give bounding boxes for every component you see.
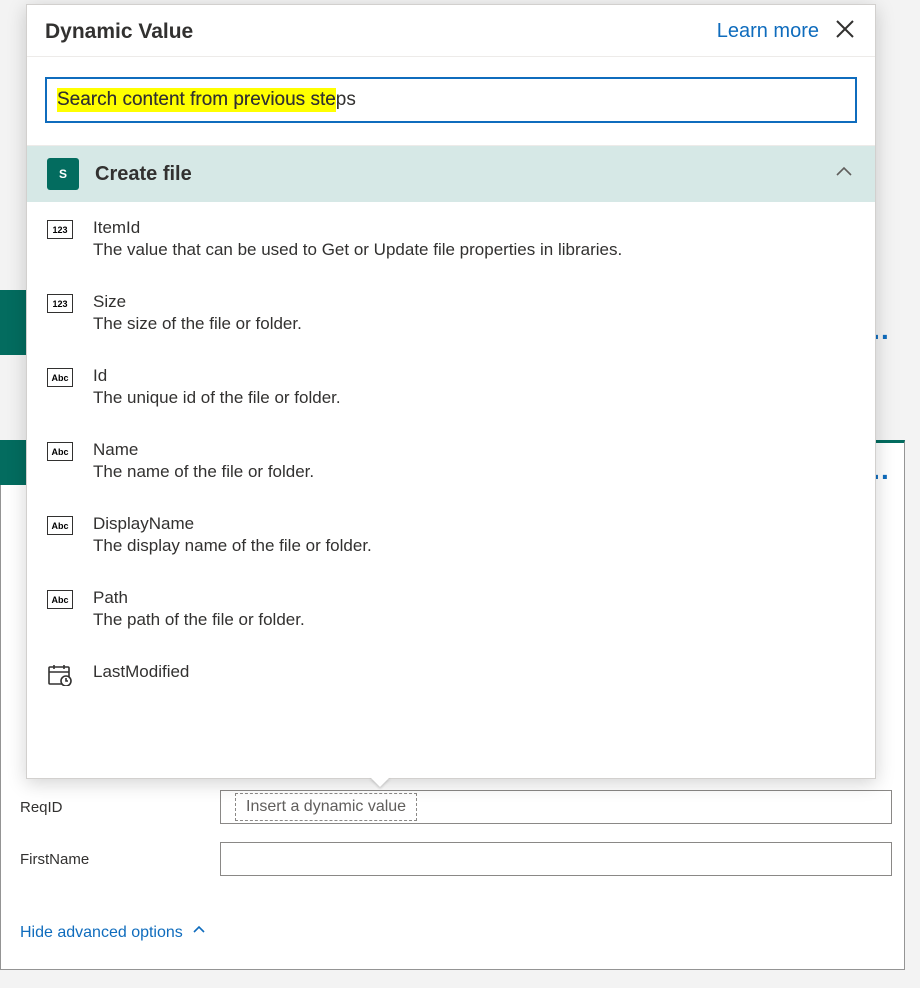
learn-more-link[interactable]: Learn more xyxy=(717,20,819,43)
result-item[interactable]: Abc IdThe unique id of the file or folder… xyxy=(27,350,875,424)
item-desc: The display name of the file or folder. xyxy=(93,536,855,556)
group-title: Create file xyxy=(95,163,817,186)
type-badge: 123 xyxy=(47,294,73,313)
item-desc: The size of the file or folder. xyxy=(93,314,855,334)
sharepoint-icon: S xyxy=(47,158,79,190)
firstname-input[interactable] xyxy=(220,842,892,876)
item-body: ItemIdThe value that can be used to Get … xyxy=(93,218,855,260)
item-desc: The name of the file or folder. xyxy=(93,462,855,482)
form-row-reqid: ReqID Insert a dynamic value xyxy=(20,790,892,824)
chevron-up-icon xyxy=(833,161,855,188)
item-name: DisplayName xyxy=(93,514,855,534)
type-badge: Abc xyxy=(47,516,73,535)
item-name: LastModified xyxy=(93,662,855,682)
panel-pointer xyxy=(370,777,390,787)
search-placeholder-full: Search content from previous steps xyxy=(57,89,356,111)
result-item[interactable]: Abc NameThe name of the file or folder. xyxy=(27,424,875,498)
chevron-up-icon xyxy=(191,922,207,943)
item-body: IdThe unique id of the file or folder. xyxy=(93,366,855,408)
form-area: ReqID Insert a dynamic value FirstName H… xyxy=(20,790,892,943)
item-name: Size xyxy=(93,292,855,312)
result-item[interactable]: LastModified xyxy=(27,646,875,702)
type-badge: Abc xyxy=(47,442,73,461)
form-row-firstname: FirstName xyxy=(20,842,892,876)
item-body: DisplayNameThe display name of the file … xyxy=(93,514,855,556)
item-name: Path xyxy=(93,588,855,608)
result-item[interactable]: Abc DisplayNameThe display name of the fi… xyxy=(27,498,875,572)
search-input[interactable]: Search content from previous ste Search … xyxy=(45,77,857,123)
firstname-label: FirstName xyxy=(20,851,220,868)
item-desc: The value that can be used to Get or Upd… xyxy=(93,240,855,260)
item-desc: The unique id of the file or folder. xyxy=(93,388,855,408)
panel-title: Dynamic Value xyxy=(45,20,717,44)
result-item[interactable]: 123 ItemIdThe value that can be used to G… xyxy=(27,202,875,276)
item-desc: The path of the file or folder. xyxy=(93,610,855,630)
item-body: LastModified xyxy=(93,662,855,684)
type-badge: 123 xyxy=(47,220,73,239)
hide-advanced-options-link[interactable]: Hide advanced options xyxy=(20,922,207,943)
results-scroll[interactable]: S Create file 123 ItemIdThe value that ca… xyxy=(27,145,875,778)
close-button[interactable] xyxy=(833,17,857,46)
item-body: SizeThe size of the file or folder. xyxy=(93,292,855,334)
panel-header: Dynamic Value Learn more xyxy=(27,5,875,57)
hide-advanced-label: Hide advanced options xyxy=(20,924,183,942)
dynamic-value-panel: Dynamic Value Learn more Search content … xyxy=(26,4,876,779)
result-item[interactable]: Abc PathThe path of the file or folder. xyxy=(27,572,875,646)
reqid-input[interactable]: Insert a dynamic value xyxy=(220,790,892,824)
item-name: ItemId xyxy=(93,218,855,238)
calendar-icon xyxy=(47,664,73,686)
item-body: NameThe name of the file or folder. xyxy=(93,440,855,482)
item-name: Id xyxy=(93,366,855,386)
search-wrap: Search content from previous ste Search … xyxy=(27,57,875,145)
result-item[interactable]: 123 SizeThe size of the file or folder. xyxy=(27,276,875,350)
type-badge: Abc xyxy=(47,368,73,387)
item-body: PathThe path of the file or folder. xyxy=(93,588,855,630)
reqid-label: ReqID xyxy=(20,799,220,816)
close-icon xyxy=(833,28,857,45)
type-badge: Abc xyxy=(47,590,73,609)
dynamic-value-chip[interactable]: Insert a dynamic value xyxy=(235,793,417,821)
group-header-create-file[interactable]: S Create file xyxy=(27,146,875,202)
item-name: Name xyxy=(93,440,855,460)
